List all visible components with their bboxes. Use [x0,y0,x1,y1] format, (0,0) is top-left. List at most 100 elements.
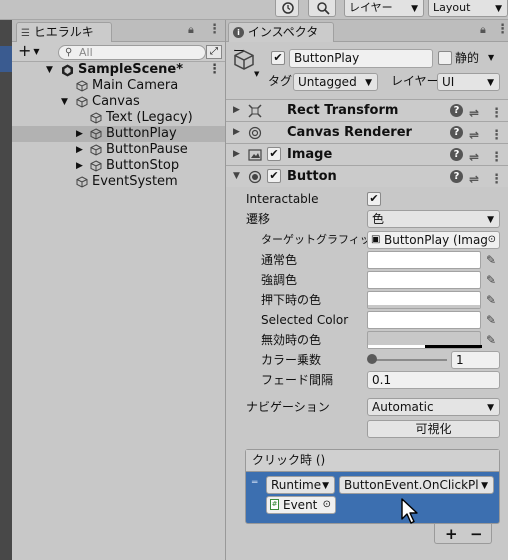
kebab-menu-icon[interactable]: ⋮ [208,62,221,78]
component-canvas-renderer[interactable]: ▶ Canvas Renderer ? ⇌ ⋮ [226,121,508,143]
hierarchy-item-buttonpause[interactable]: ▶ ButtonPause [12,142,225,158]
collapse-arrow-icon[interactable]: ▼ [233,166,240,187]
chevron-down-icon: ▼ [495,4,502,14]
expand-arrow-icon[interactable]: ▶ [76,142,83,158]
runtime-value: Runtime [271,478,322,492]
tag-label: タグ [268,74,293,88]
hierarchy-tabbar: ☰ ヒエラルキー 🔒︎ ⋮ [12,20,225,59]
hierarchy-search-input[interactable]: ⚲ All [58,45,206,60]
chevron-down-icon[interactable]: ▼ [254,70,259,78]
help-icon[interactable]: ? [450,104,463,117]
chevron-down-icon: ▼ [487,403,494,413]
help-icon[interactable]: ? [450,148,463,161]
add-event-button[interactable]: + [445,525,458,543]
eyedropper-icon[interactable]: ✎ [483,311,499,329]
chevron-down-icon[interactable]: ▼ [488,53,494,62]
drag-handle-icon[interactable]: ═ [252,478,257,488]
kebab-menu-icon[interactable]: ⋮ [490,169,503,190]
hierarchy-item-main-camera[interactable]: Main Camera [12,78,225,94]
runtime-dropdown[interactable]: Runtime ▼ [266,476,335,494]
fade-duration-field[interactable]: 0.1 [367,371,500,389]
component-name: Rect Transform [287,103,399,118]
hierarchy-search-placeholder: All [79,46,93,59]
expand-arrow-icon[interactable]: ▼ [61,94,68,110]
hierarchy-item-text-legacy[interactable]: Text (Legacy) [12,110,225,126]
highlighted-color-field[interactable] [367,271,481,289]
component-button[interactable]: ▼ ✔ Button ? ⇌ ⋮ [226,165,508,187]
tag-dropdown[interactable]: Untagged ▼ [293,73,378,91]
expand-arrow-icon[interactable]: ▶ [76,158,83,174]
tab-inspector[interactable]: i インスペクター [228,22,334,58]
layout-dropdown[interactable]: Layout ▼ [428,0,508,17]
preset-sliders-icon[interactable]: ⇌ [469,169,479,190]
object-picker-icon[interactable]: ⊙ [488,232,496,248]
help-icon[interactable]: ? [450,170,463,183]
gameobject-cube-icon [76,176,88,188]
disabled-color-field[interactable] [367,331,482,349]
expand-arrow-icon[interactable]: ▶ [233,122,240,143]
top-toolbar: レイヤー ▼ Layout ▼ [0,0,508,20]
eyedropper-icon[interactable]: ✎ [483,331,499,349]
help-icon[interactable]: ? [450,126,463,139]
normal-color-field[interactable] [367,251,481,269]
active-checkbox[interactable]: ✔ [271,51,285,65]
color-multiplier-slider-thumb[interactable] [367,354,377,364]
scene-search-icon[interactable]: ⤢ [206,45,222,59]
expand-arrow-icon[interactable]: ▶ [233,144,240,165]
hierarchy-item-label: Text (Legacy) [106,110,193,125]
object-picker-icon[interactable]: ⊙ [323,497,331,513]
lock-icon[interactable]: 🔒︎ [188,23,194,37]
layers-dropdown[interactable]: レイヤー ▼ [344,0,424,17]
hierarchy-item-buttonplay[interactable]: ▶ ButtonPlay [12,126,225,142]
scene-name: SampleScene* [78,62,184,77]
selected-color-field[interactable] [367,311,481,329]
visualize-button[interactable]: 可視化 [367,420,500,438]
event-object-field[interactable]: # Event ⊙ [266,496,336,514]
eyedropper-icon[interactable]: ✎ [483,251,499,269]
history-button[interactable] [275,0,299,17]
gameobject-cube-icon [76,80,88,92]
remove-event-button[interactable]: − [470,525,483,543]
scene-view-edge [0,20,12,560]
static-checkbox[interactable] [438,51,452,65]
hierarchy-item-buttonstop[interactable]: ▶ ButtonStop [12,158,225,174]
add-object-button[interactable]: + ▼ [18,42,40,61]
hierarchy-item-canvas[interactable]: ▼ Canvas [12,94,225,110]
inspector-tabbar: i インスペクター 🔒︎ ⋮ [226,20,508,58]
gameobject-cube-icon [90,112,102,124]
button-enabled-checkbox[interactable]: ✔ [267,169,281,183]
interactable-checkbox[interactable]: ✔ [367,192,381,206]
lock-icon[interactable]: 🔒︎ [480,23,486,37]
event-object-value: Event [283,498,318,512]
layer-dropdown[interactable]: UI ▼ [437,73,500,91]
eyedropper-icon[interactable]: ✎ [483,271,499,289]
static-label: 静的 [455,51,480,65]
function-dropdown[interactable]: ButtonEvent.OnClickPla ▼ [339,476,494,494]
component-image[interactable]: ▶ ✔ Image ? ⇌ ⋮ [226,143,508,165]
expand-arrow-icon[interactable]: ▶ [233,100,240,121]
component-header-actions: ? ⇌ ⋮ [450,103,503,121]
color-multiplier-slider-track[interactable] [371,359,447,361]
eyedropper-icon[interactable]: ✎ [483,291,499,309]
event-list-footer: + − [434,524,492,544]
navigation-dropdown[interactable]: Automatic ▼ [367,398,500,416]
kebab-menu-icon[interactable]: ⋮ [496,22,508,37]
kebab-menu-icon[interactable]: ⋮ [208,22,221,37]
scene-row[interactable]: ▼ SampleScene* ⋮ [12,62,225,78]
transition-dropdown[interactable]: 色 ▼ [367,210,500,228]
chevron-down-icon: ▼ [365,78,372,88]
pressed-color-field[interactable] [367,291,481,309]
expand-arrow-icon[interactable]: ▶ [76,126,83,142]
object-name-field[interactable]: ButtonPlay [289,49,433,68]
onclick-event-list: クリック時 () ═ Runtime ▼ ButtonEvent.OnClick… [245,449,500,524]
rect-transform-icon [248,104,262,118]
list-icon: ☰ [21,28,30,39]
tab-hierarchy[interactable]: ☰ ヒエラルキー [16,22,112,59]
target-graphic-field[interactable]: ▣ ButtonPlay (Imag ⊙ [367,231,500,249]
search-button[interactable] [308,0,336,17]
image-enabled-checkbox[interactable]: ✔ [267,147,281,161]
hierarchy-item-eventsystem[interactable]: EventSystem [12,174,225,190]
component-rect-transform[interactable]: ▶ Rect Transform ? ⇌ ⋮ [226,99,508,121]
color-multiplier-field[interactable]: 1 [451,351,500,369]
expand-arrow-icon[interactable]: ▼ [46,62,53,78]
